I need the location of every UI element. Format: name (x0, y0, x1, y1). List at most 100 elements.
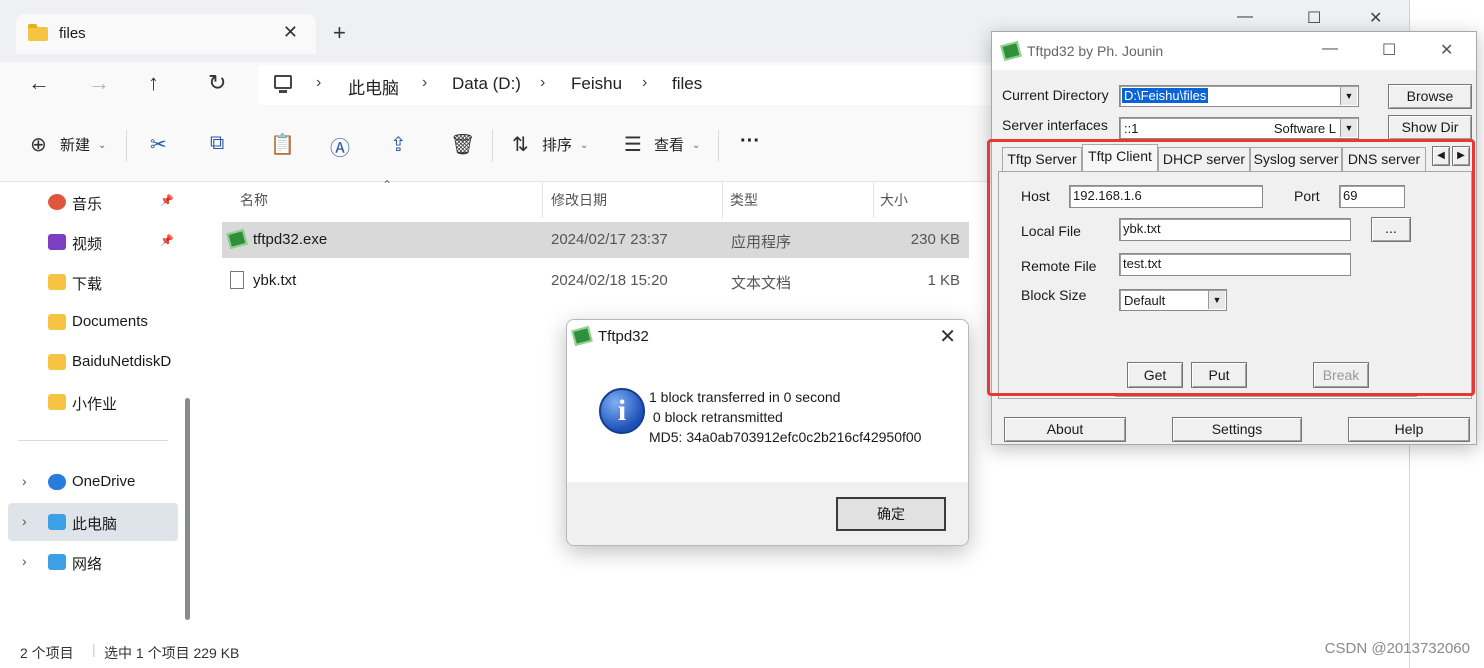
breadcrumb-this-pc[interactable]: 此电脑 (348, 74, 399, 99)
column-header-modified[interactable]: 修改日期 (551, 190, 607, 210)
column-divider[interactable] (722, 182, 723, 218)
breadcrumb-separator: › (642, 74, 648, 91)
tab-scroll-right-icon[interactable]: ▶ (1452, 146, 1470, 166)
sidebar-item-downloads[interactable]: 下载 (8, 263, 178, 301)
network-icon (48, 554, 66, 570)
refresh-button[interactable]: ↻ (208, 70, 226, 96)
sidebar-item-homework[interactable]: 小作业 (8, 383, 178, 421)
new-tab-button[interactable]: + (333, 20, 346, 46)
tab-scroll-left-icon[interactable]: ◀ (1432, 146, 1450, 166)
column-divider[interactable] (873, 182, 874, 218)
share-icon[interactable]: ⇪ (390, 132, 407, 157)
rename-icon[interactable]: Ⓐ (330, 132, 350, 161)
pin-icon[interactable]: 📌 (160, 234, 174, 247)
port-input[interactable]: 69 (1339, 185, 1405, 208)
remote-file-input[interactable]: test.txt (1119, 253, 1351, 276)
local-file-browse-button[interactable]: ... (1371, 217, 1411, 242)
sidebar-scrollbar[interactable] (184, 186, 192, 636)
paste-icon[interactable]: 📋 (270, 132, 295, 157)
minimize-button[interactable]: — (1237, 8, 1253, 26)
column-header-type[interactable]: 类型 (730, 190, 758, 210)
cut-icon[interactable]: ✂ (150, 132, 167, 157)
file-modified: 2024/02/18 15:20 (551, 272, 668, 289)
pin-icon[interactable]: 📌 (160, 194, 174, 207)
folder-icon (48, 314, 66, 330)
server-interfaces-combo[interactable]: ::1 Software L ▼ (1119, 117, 1359, 139)
chevron-down-icon: ⌄ (580, 140, 589, 151)
sidebar-item-videos[interactable]: 视频 📌 (8, 223, 178, 261)
maximize-button[interactable]: ☐ (1382, 40, 1396, 60)
file-size: 230 KB (910, 231, 960, 248)
tab-tftp-client[interactable]: Tftp Client (1082, 144, 1158, 172)
close-button[interactable]: ✕ (1369, 8, 1382, 28)
breadcrumb-files[interactable]: files (672, 74, 702, 94)
folder-icon (28, 24, 48, 41)
breadcrumb[interactable]: › 此电脑 › Data (D:) › Feishu › files (258, 65, 998, 105)
breadcrumb-data-d[interactable]: Data (D:) (452, 74, 521, 94)
breadcrumb-separator: › (422, 74, 428, 91)
chevron-right-icon[interactable]: › (22, 553, 27, 569)
delete-icon[interactable]: 🗑 (450, 132, 475, 157)
tftpd32-window: Tftpd32 by Ph. Jounin — ☐ ✕ Current Dire… (991, 31, 1477, 445)
back-button[interactable]: ← (28, 70, 50, 96)
dialog-close-button[interactable]: ✕ (939, 324, 956, 349)
remote-file-label: Remote File (1021, 258, 1097, 274)
tab-dhcp-server[interactable]: DHCP server (1158, 147, 1250, 171)
close-button[interactable]: ✕ (1440, 40, 1453, 60)
host-input[interactable]: 192.168.1.6 (1069, 185, 1263, 208)
tab-syslog-server[interactable]: Syslog server (1250, 147, 1342, 171)
current-directory-value: D:\Feishu\files (1122, 88, 1209, 103)
column-divider[interactable] (542, 182, 543, 218)
show-dir-button[interactable]: Show Dir (1388, 115, 1472, 140)
maximize-button[interactable]: ☐ (1307, 8, 1321, 28)
more-options-button[interactable]: ··· (740, 130, 760, 153)
tab-close-button[interactable]: ✕ (283, 22, 298, 43)
sidebar-item-music[interactable]: 音乐 📌 (8, 183, 178, 221)
minimize-button[interactable]: — (1322, 40, 1338, 58)
help-button[interactable]: Help (1348, 417, 1470, 442)
sidebar-item-network[interactable]: › 网络 (8, 543, 178, 581)
column-header-size[interactable]: 大小 (880, 190, 908, 210)
scrollbar-thumb[interactable] (185, 398, 190, 620)
new-button[interactable]: 新建 (60, 134, 90, 155)
sidebar-item-baidunetdisk[interactable]: BaiduNetdiskD (8, 343, 178, 381)
dialog-title: Tftpd32 (598, 328, 649, 345)
block-size-select[interactable]: Default ▼ (1119, 289, 1227, 311)
tab-dns-server[interactable]: DNS server (1342, 147, 1426, 171)
break-button[interactable]: Break (1313, 362, 1369, 388)
transfer-result-dialog: Tftpd32 ✕ i 1 block transferred in 0 sec… (566, 319, 969, 546)
sidebar-item-label: Documents (72, 313, 148, 330)
about-button[interactable]: About (1004, 417, 1126, 442)
table-row[interactable]: tftpd32.exe 2024/02/17 23:37 应用程序 230 KB (222, 222, 969, 258)
window-title: Tftpd32 by Ph. Jounin (1027, 43, 1164, 59)
up-button[interactable]: ↑ (148, 70, 159, 96)
column-header-name[interactable]: 名称 (240, 190, 268, 210)
chevron-down-icon[interactable]: ▼ (1208, 291, 1225, 309)
sidebar-item-onedrive[interactable]: › OneDrive (8, 463, 178, 501)
sort-button[interactable]: 排序 (542, 134, 572, 155)
table-row[interactable]: ybk.txt 2024/02/18 15:20 文本文档 1 KB (222, 263, 969, 299)
ok-button[interactable]: 确定 (836, 497, 946, 531)
tab-tftp-server[interactable]: Tftp Server (1002, 147, 1082, 171)
settings-button[interactable]: Settings (1172, 417, 1302, 442)
folder-icon (48, 274, 66, 290)
chevron-down-icon: ⌄ (98, 140, 107, 151)
local-file-input[interactable]: ybk.txt (1119, 218, 1351, 241)
chevron-down-icon[interactable]: ▼ (1340, 87, 1357, 105)
get-button[interactable]: Get (1127, 362, 1183, 388)
server-interface-desc: Software L (1273, 121, 1336, 136)
copy-icon[interactable]: ⧉ (210, 132, 224, 155)
current-directory-combo[interactable]: D:\Feishu\files ▼ (1119, 85, 1359, 107)
csdn-watermark: CSDN @2013732060 (1324, 640, 1470, 657)
chevron-right-icon[interactable]: › (22, 473, 27, 489)
breadcrumb-feishu[interactable]: Feishu (571, 74, 622, 94)
chevron-down-icon[interactable]: ▼ (1340, 119, 1357, 137)
forward-button[interactable]: → (88, 70, 110, 96)
sidebar-item-documents[interactable]: Documents (8, 303, 178, 341)
put-button[interactable]: Put (1191, 362, 1247, 388)
tab-files[interactable]: files ✕ (16, 14, 316, 54)
chevron-right-icon[interactable]: › (22, 513, 27, 529)
view-button[interactable]: 查看 (654, 134, 684, 155)
sidebar-item-this-pc[interactable]: › 此电脑 (8, 503, 178, 541)
browse-button[interactable]: Browse (1388, 84, 1472, 109)
